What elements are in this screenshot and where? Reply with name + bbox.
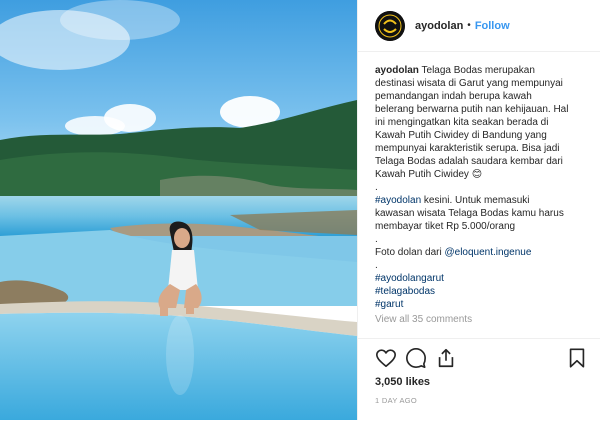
caption-line: mempunyai karakteristik serupa. Bisa jad… — [375, 143, 560, 154]
heart-icon — [376, 349, 396, 368]
save-button[interactable] — [566, 347, 588, 369]
caption-line: Kawah Putih Ciwidey 😊 — [375, 169, 483, 180]
post-side-panel: ayodolan • Follow ayodolan Telaga Bodas … — [357, 0, 600, 421]
caption-line: destinasi wisata di Garut yang mempunyai — [375, 78, 563, 89]
ayodolan-logo-icon — [375, 10, 405, 41]
caption-dot: . — [375, 260, 378, 271]
comment-icon — [406, 348, 426, 368]
share-icon — [438, 348, 454, 368]
lake-photo-illustration — [0, 0, 357, 420]
caption-dot: . — [375, 182, 378, 193]
caption-line: Telaga Bodas merupakan — [421, 65, 535, 76]
view-all-comments-link[interactable]: View all 35 comments — [375, 313, 592, 326]
caption-line: belerang berwarna putih nan kehijauan. H… — [375, 104, 569, 115]
bookmark-icon — [569, 348, 585, 368]
caption-username[interactable]: ayodolan — [375, 65, 419, 76]
avatar[interactable] — [375, 10, 405, 41]
hashtag-telagabodas[interactable]: #telagabodas — [375, 286, 435, 297]
comment-button[interactable] — [405, 347, 427, 369]
caption-area: ayodolan Telaga Bodas merupakan destinas… — [375, 64, 592, 340]
hashtag-garut[interactable]: #garut — [375, 299, 403, 310]
caption-line: Telaga Bodas adalah saudara kembar dari — [375, 156, 563, 167]
post-photo[interactable] — [0, 0, 357, 420]
hashtag-ayodolangarut[interactable]: #ayodolangarut — [375, 273, 444, 284]
instagram-post: ayodolan • Follow ayodolan Telaga Bodas … — [0, 0, 600, 421]
caption-line: kesini. Untuk memasuki — [421, 195, 530, 206]
post-actions-section: 3,050 likes 1 DAY AGO — [358, 338, 600, 421]
header-username[interactable]: ayodolan — [415, 20, 463, 32]
caption-line: pemandangan indah berupa kawah — [375, 91, 532, 102]
like-button[interactable] — [375, 347, 397, 369]
likes-count[interactable]: 3,050 likes — [375, 376, 430, 388]
caption-line: kawasan wisata Telaga Bodas kamu harus — [375, 208, 564, 219]
caption-line: ini mengingatkan kita seakan berada di — [375, 117, 549, 128]
caption-line: Kawah Putih Ciwidey di Bandung yang — [375, 130, 547, 141]
caption-line: membayar tiket Rp 5.000/orang — [375, 221, 516, 232]
credit-prefix: Foto dolan dari — [375, 247, 445, 258]
hashtag-ayodolan[interactable]: #ayodolan — [375, 195, 421, 206]
post-header: ayodolan • Follow — [358, 0, 600, 52]
header-separator: • — [467, 20, 471, 31]
share-button[interactable] — [435, 347, 457, 369]
follow-button[interactable]: Follow — [475, 20, 510, 32]
credit-handle-link[interactable]: @eloquent.ingenue — [445, 247, 532, 258]
post-timestamp[interactable]: 1 DAY AGO — [375, 396, 417, 405]
caption-text: ayodolan Telaga Bodas merupakan destinas… — [375, 64, 592, 311]
caption-dot: . — [375, 234, 378, 245]
action-bar — [375, 347, 588, 369]
